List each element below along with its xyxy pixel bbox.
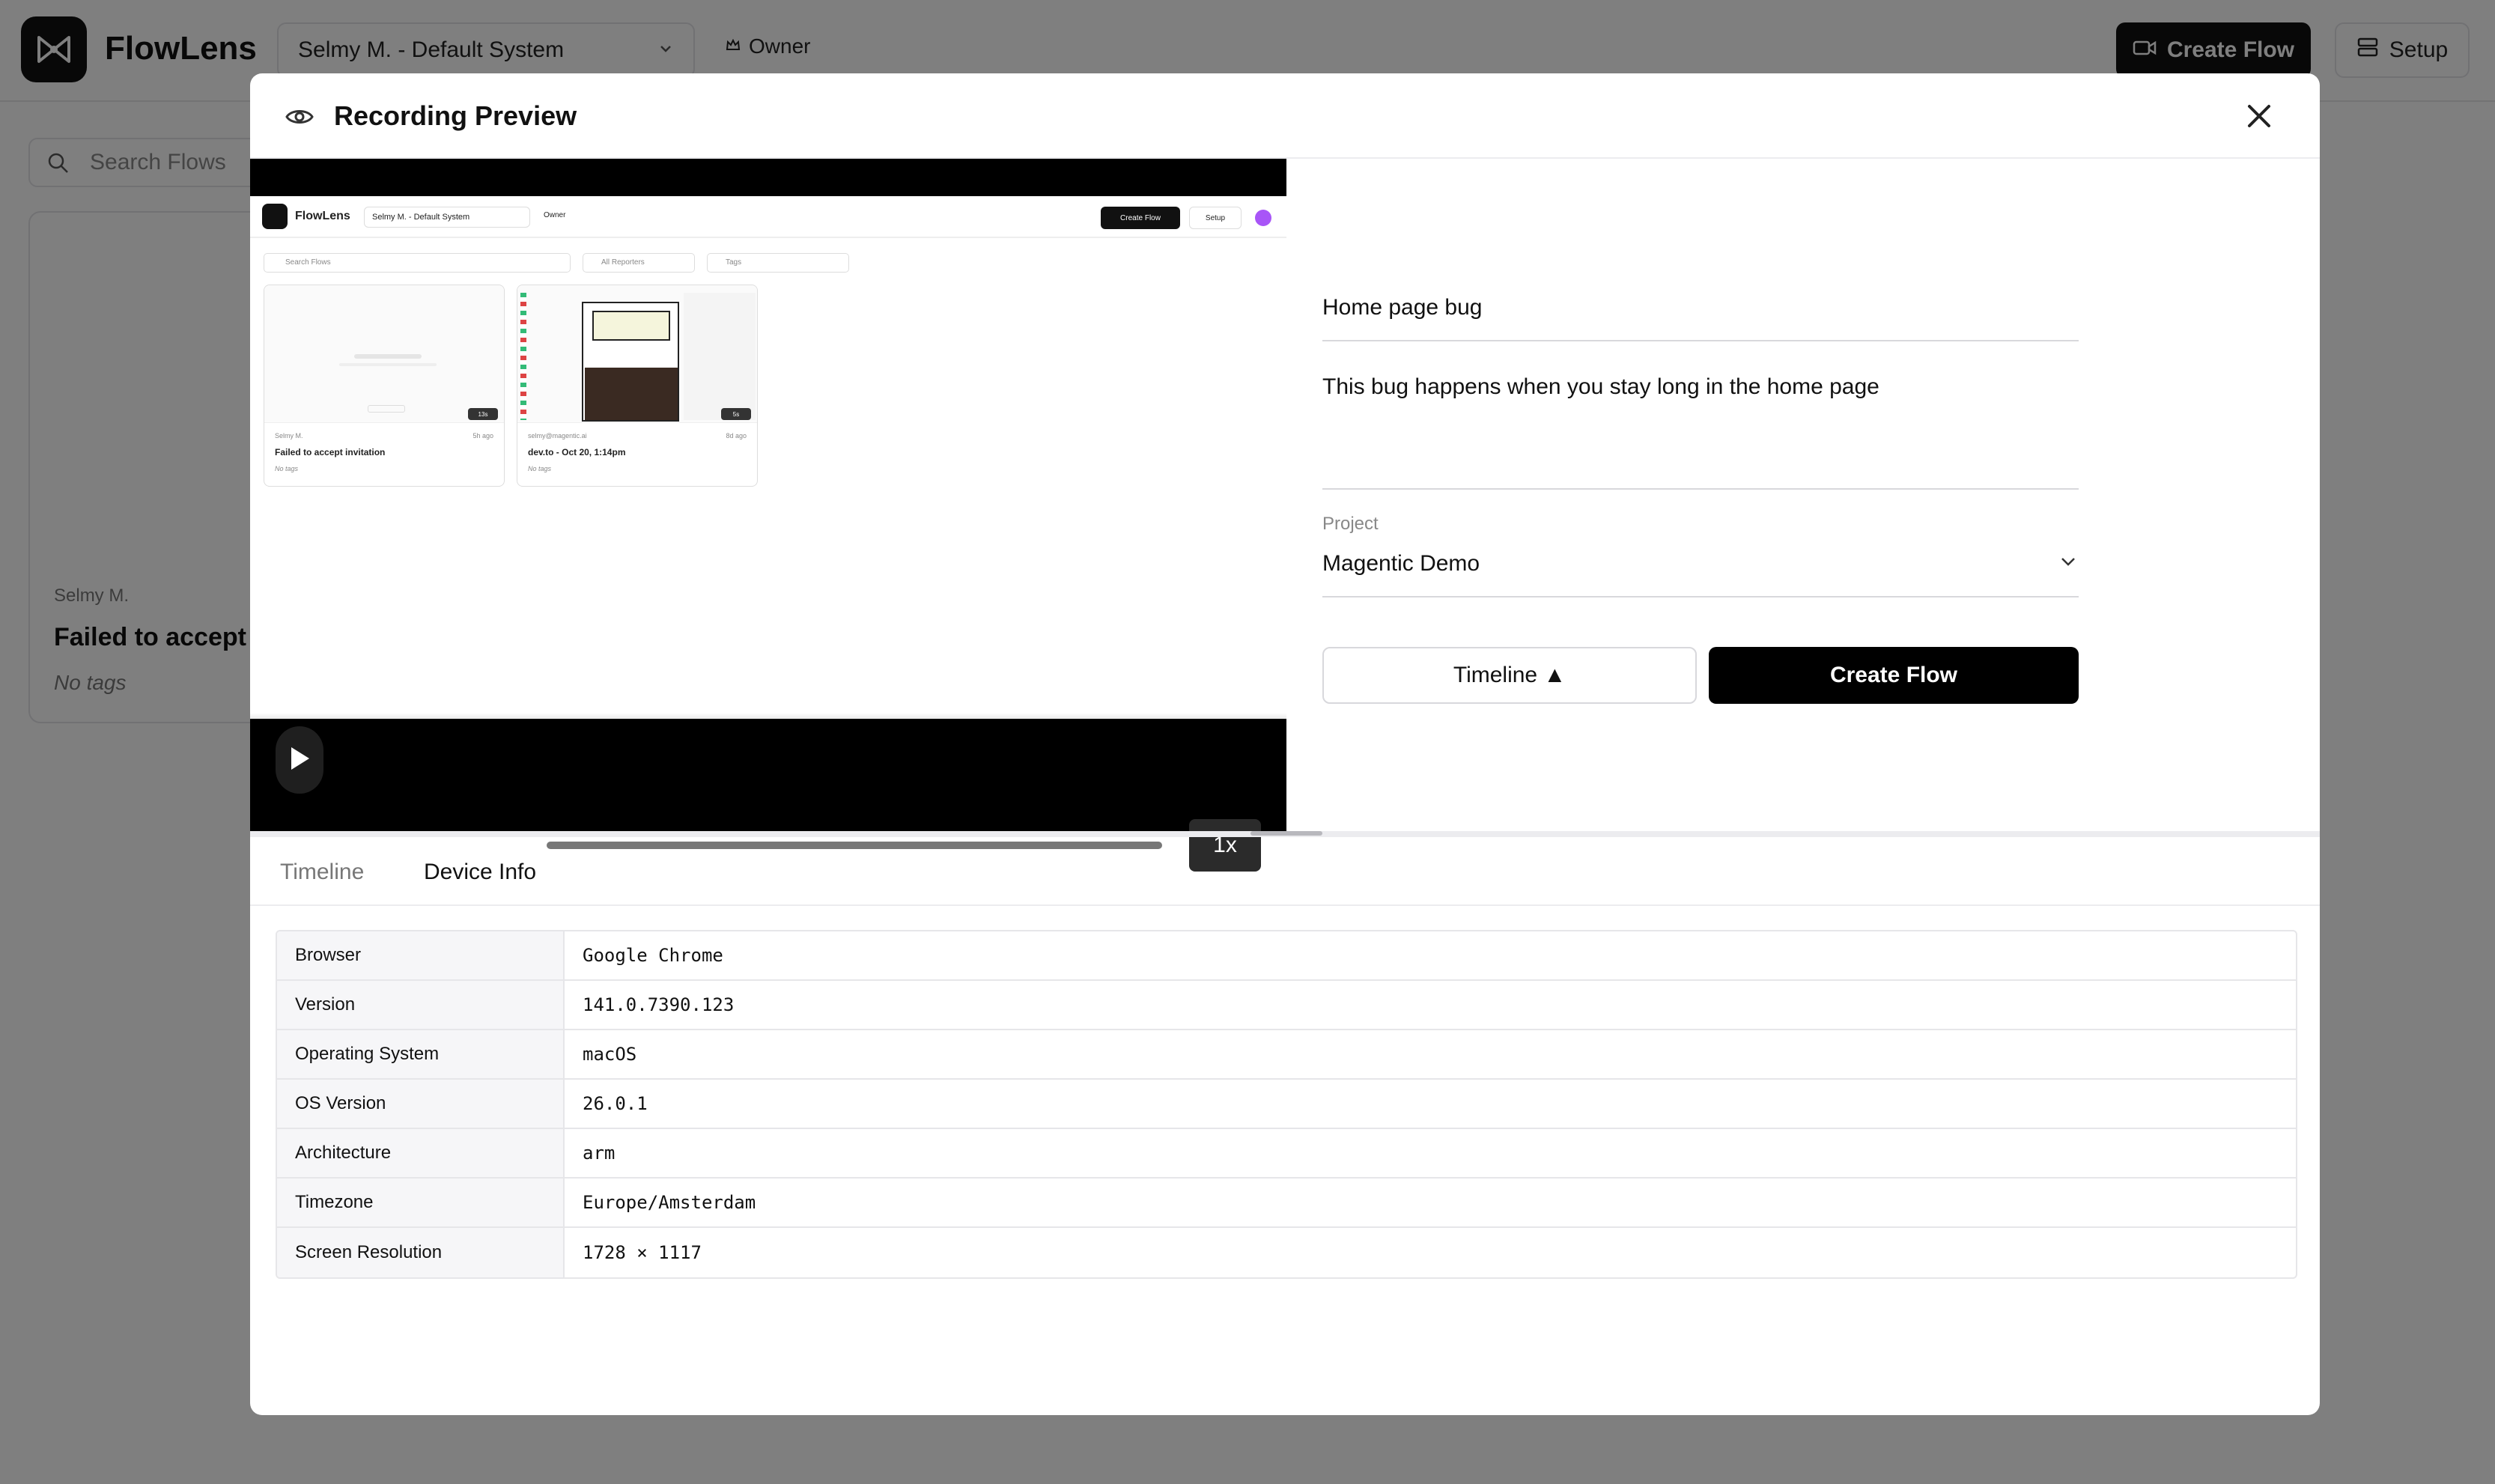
video-frame: FlowLens Selmy M. - Default System Owner…: [250, 196, 1286, 719]
recorded-app-name: FlowLens: [295, 210, 350, 222]
eye-icon: [285, 102, 314, 136]
chevron-down-icon: [2058, 551, 2079, 578]
table-row: Browser Google Chrome: [277, 931, 2296, 981]
create-flow-button[interactable]: Create Flow: [1709, 647, 2079, 704]
table-row: Screen Resolution 1728 × 1117: [277, 1228, 2296, 1277]
project-select-value: Magentic Demo: [1322, 551, 1480, 576]
recorded-card-thumbnail: [517, 285, 757, 423]
recorded-create-flow: Create Flow: [1101, 207, 1180, 229]
device-info-value: arm: [583, 1143, 616, 1164]
modal-title: Recording Preview: [334, 100, 577, 131]
recorded-header: FlowLens Selmy M. - Default System Owner…: [250, 196, 1286, 238]
resize-handle[interactable]: [1250, 831, 1322, 836]
device-info-key: Timezone: [277, 1179, 565, 1226]
device-info-key: OS Version: [277, 1080, 565, 1128]
recorded-card-tags: No tags: [275, 465, 299, 472]
recorded-card-title: dev.to - Oct 20, 1:14pm: [528, 447, 626, 457]
modal-header: Recording Preview: [250, 73, 2320, 159]
title-field[interactable]: Home page bug: [1322, 295, 2079, 341]
recorded-logo-icon: [262, 204, 288, 229]
device-info-value: 141.0.7390.123: [583, 994, 735, 1015]
device-info-value: Google Chrome: [583, 945, 723, 966]
device-info-key: Architecture: [277, 1129, 565, 1177]
recorded-card-duration: 5s: [721, 408, 751, 420]
recorded-card-age: 5h ago: [472, 432, 493, 440]
play-icon: [288, 746, 311, 775]
device-info-key: Version: [277, 981, 565, 1029]
recorded-tags-filter: Tags: [707, 253, 849, 273]
table-row: Architecture arm: [277, 1129, 2296, 1179]
recorded-card-title: Failed to accept invitation: [275, 447, 386, 457]
device-info-value: Europe/Amsterdam: [583, 1192, 756, 1213]
table-row: OS Version 26.0.1: [277, 1080, 2296, 1129]
project-select[interactable]: Magentic Demo: [1322, 547, 2079, 597]
recorded-role: Owner: [544, 211, 566, 219]
recorded-screen: FlowLens Selmy M. - Default System Owner…: [250, 196, 1286, 719]
description-field[interactable]: This bug happens when you stay long in t…: [1322, 374, 2079, 490]
recorded-setup: Setup: [1189, 207, 1242, 229]
detail-tabs: Timeline Device Info: [250, 837, 2320, 906]
recording-preview-modal: Recording Preview FlowLens Selmy M. - De…: [250, 73, 2320, 1415]
recorded-reporter-filter: All Reporters: [583, 253, 695, 273]
flow-form: Home page bug This bug happens when you …: [1286, 159, 2320, 831]
device-info-value: 1728 × 1117: [583, 1242, 702, 1263]
recorded-search: Search Flows: [264, 253, 571, 273]
tab-timeline[interactable]: Timeline: [280, 860, 364, 885]
recorded-card-duration: 13s: [468, 408, 498, 420]
table-row: Operating System macOS: [277, 1030, 2296, 1080]
recorded-avatar: [1255, 210, 1271, 226]
device-info-key: Browser: [277, 931, 565, 979]
play-button[interactable]: [276, 726, 323, 794]
project-label: Project: [1322, 514, 1379, 534]
recorded-card-reporter: selmy@magentic.ai: [528, 432, 587, 440]
timeline-toggle-button[interactable]: Timeline ▲: [1322, 647, 1697, 704]
device-info-key: Screen Resolution: [277, 1228, 565, 1277]
device-info-value: macOS: [583, 1044, 637, 1065]
tab-device-info[interactable]: Device Info: [424, 860, 536, 885]
player-controls-gradient: [250, 713, 1286, 831]
recorded-card: 13s Selmy M. 5h ago Failed to accept inv…: [264, 285, 505, 487]
device-info-value: 26.0.1: [583, 1093, 648, 1114]
recorded-card-age: 8d ago: [726, 432, 747, 440]
device-info-key: Operating System: [277, 1030, 565, 1078]
table-row: Timezone Europe/Amsterdam: [277, 1179, 2296, 1228]
recorded-org-select: Selmy M. - Default System: [364, 207, 530, 228]
recorded-card-thumbnail: [264, 285, 504, 423]
recorded-card-reporter: Selmy M.: [275, 432, 303, 440]
recorded-card-tags: No tags: [528, 465, 552, 472]
device-info-table: Browser Google Chrome Version 141.0.7390.12…: [276, 930, 2297, 1279]
close-icon[interactable]: [2242, 99, 2276, 133]
recorded-card: 5s selmy@magentic.ai 8d ago dev.to - Oct…: [517, 285, 758, 487]
table-row: Version 141.0.7390.123: [277, 981, 2296, 1030]
video-player[interactable]: FlowLens Selmy M. - Default System Owner…: [250, 159, 1286, 831]
